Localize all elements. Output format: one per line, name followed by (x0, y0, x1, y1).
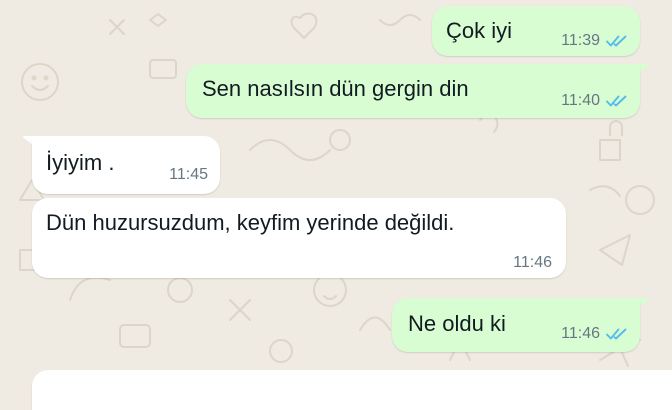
message-time: 11:46 (561, 325, 600, 342)
double-check-icon (606, 35, 627, 47)
message-bubble-outgoing[interactable]: Ne oldu ki 11:46 (392, 298, 640, 352)
message-time: 11:40 (561, 92, 600, 109)
double-check-icon (606, 95, 627, 107)
message-bubble-incoming-partial[interactable] (32, 370, 672, 410)
double-check-icon (606, 328, 627, 340)
message-meta: 11:46 (561, 325, 628, 343)
message-meta: 11:39 (561, 32, 628, 50)
message-text: İyiyim . (46, 150, 115, 175)
message-meta: 11:40 (561, 92, 628, 110)
message-meta: 11:45 (169, 166, 208, 184)
message-text: Ne oldu ki (408, 311, 506, 336)
message-meta: 11:46 (513, 254, 552, 272)
message-bubble-outgoing[interactable]: Sen nasılsın dün gergin din 11:40 (186, 64, 640, 118)
message-time: 11:39 (561, 32, 600, 49)
message-bubble-incoming[interactable]: Dün huzursuzdum, keyfim yerinde değildi.… (32, 198, 566, 278)
message-text: Sen nasılsın dün gergin din (202, 76, 469, 101)
message-time: 11:46 (513, 254, 552, 271)
message-text: Dün huzursuzdum, keyfim yerinde değildi. (46, 210, 455, 235)
message-bubble-incoming[interactable]: İyiyim . 11:45 (32, 136, 220, 194)
message-text: Çok iyi (446, 18, 513, 43)
message-bubble-outgoing[interactable]: Çok iyi 11:39 (432, 6, 640, 56)
message-time: 11:45 (169, 166, 208, 183)
